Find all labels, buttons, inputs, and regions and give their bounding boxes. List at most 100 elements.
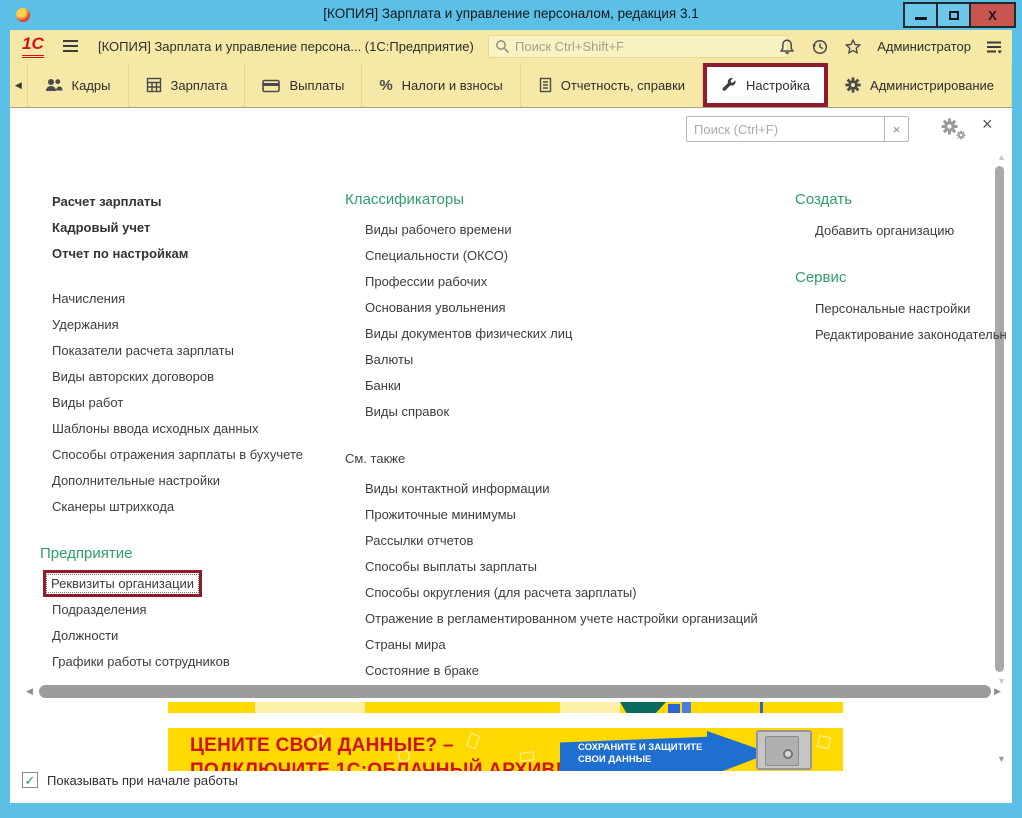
menu-item[interactable]: Состояние в браке (345, 658, 775, 684)
banner-arrow-text: СОХРАНИТЕ И ЗАЩИТИТЕ СВОИ ДАННЫЕ (578, 742, 702, 766)
hscroll-left-arrow[interactable]: ◀ (26, 686, 36, 697)
banner-headline: ЦЕНИТЕ СВОИ ДАННЫЕ? – ПОДКЛЮЧИТЕ 1С:ОБЛА… (190, 733, 562, 771)
column-middle: Классификаторы Виды рабочего времениСпец… (345, 187, 775, 684)
maximize-button[interactable] (936, 2, 971, 28)
section-header-classifiers: Классификаторы (345, 187, 775, 213)
1c-logo: 1С (22, 35, 44, 58)
menu-item[interactable]: Отражение в регламентированном учете нас… (345, 606, 775, 632)
hscroll-right-arrow[interactable]: ▶ (994, 686, 1004, 697)
menu-item[interactable]: Валюты (345, 347, 775, 373)
maximize-icon (949, 11, 959, 20)
safe-image (756, 730, 812, 770)
menu-item[interactable]: Специальности (ОКСО) (345, 243, 775, 269)
strip-shape (668, 704, 680, 713)
menu-item[interactable]: Виды авторских договоров (40, 364, 340, 390)
menu-item[interactable]: Начисления (40, 286, 340, 312)
hamburger-icon (62, 39, 79, 53)
menu-item[interactable]: Редактирование законодательн (795, 322, 1007, 348)
notifications-button[interactable] (778, 38, 796, 56)
window-title: [КОПИЯ] Зарплата и управление персоналом… (323, 6, 698, 21)
menu-item-highlighted[interactable]: Реквизиты организации (43, 570, 340, 597)
menu-item[interactable]: Шаблоны ввода исходных данных (40, 416, 340, 442)
history-button[interactable] (811, 38, 829, 56)
main-toolbar: 1С [КОПИЯ] Зарплата и управление персона… (10, 30, 1012, 63)
tabbar-scroll-left[interactable]: ◀ (10, 63, 27, 107)
people-icon (45, 77, 63, 93)
menu-item[interactable]: Графики работы сотрудников (40, 649, 340, 675)
tab-otchetnost[interactable]: Отчетность, справки (521, 63, 703, 107)
menu-item[interactable]: Рассылки отчетов (345, 528, 775, 554)
section-tabbar: ◀ Кадры Зарплата Выплаты % Налоги и взно… (10, 63, 1012, 107)
startpage-scroll-down-arrow[interactable]: ▼ (997, 754, 1006, 764)
menu-item-featured[interactable]: Кадровый учет (40, 215, 340, 241)
service-menu-button[interactable] (986, 40, 1002, 54)
banner-strip-fragment[interactable] (168, 702, 843, 713)
menu-item-clipped[interactable]: Производственные календари (40, 675, 340, 682)
menu-item[interactable]: Персональные настройки (795, 296, 1007, 322)
title-bar: [КОПИЯ] Зарплата и управление персоналом… (0, 0, 1022, 30)
menu-item[interactable]: Прожиточные минимумы (345, 502, 775, 528)
menu-item[interactable]: Банки (345, 373, 775, 399)
minimize-icon (915, 17, 927, 20)
menu-item-featured[interactable]: Отчет по настройкам (40, 241, 340, 267)
menu-item[interactable]: Дополнительные настройки (40, 468, 340, 494)
tab-vyplaty[interactable]: Выплаты (245, 63, 362, 107)
menu-item[interactable]: Способы выплаты зарплаты (345, 554, 775, 580)
history-clock-icon (811, 38, 829, 56)
tab-kadry[interactable]: Кадры (27, 63, 129, 107)
settings-panel: × × ▲ ▼ ▼ Расчет зарплатыКадровый учетОт… (10, 107, 1012, 803)
tab-zarplata[interactable]: Зарплата (129, 63, 246, 107)
menu-item[interactable]: Страны мира (345, 632, 775, 658)
main-menu-button[interactable] (62, 39, 79, 58)
favorites-button[interactable] (844, 38, 862, 56)
global-search-input[interactable] (515, 39, 781, 54)
calculator-icon (146, 77, 162, 93)
menu-item[interactable]: Способы отражения зарплаты в бухучете (40, 442, 340, 468)
panel-settings-button[interactable] (940, 117, 967, 145)
menu-item[interactable]: Сканеры штрихкода (40, 494, 340, 520)
vscroll-up-arrow[interactable]: ▲ (997, 152, 1006, 162)
show-on-start-checkbox-row[interactable]: ✓ Показывать при начале работы (22, 772, 238, 788)
panel-search-clear-button[interactable]: × (884, 116, 909, 142)
menu-item[interactable]: Виды справок (345, 399, 775, 425)
column-left: Расчет зарплатыКадровый учетОтчет по нас… (40, 189, 340, 682)
menu-item[interactable]: Основания увольнения (345, 295, 775, 321)
percent-icon: % (379, 77, 392, 94)
checkbox-label: Показывать при начале работы (47, 773, 238, 788)
menu-item[interactable]: Добавить организацию (795, 218, 1007, 244)
application-window: [КОПИЯ] Зарплата и управление персоналом… (0, 0, 1022, 818)
checkbox[interactable]: ✓ (22, 772, 38, 788)
card-icon (262, 78, 280, 93)
panel-close-button[interactable]: × (982, 115, 993, 133)
menu-item[interactable]: Виды работ (40, 390, 340, 416)
menu-item[interactable]: Виды рабочего времени (345, 217, 775, 243)
minimize-button[interactable] (903, 2, 938, 28)
strip-shape (255, 702, 365, 713)
current-user[interactable]: Администратор (877, 39, 971, 54)
tab-nalogi[interactable]: % Налоги и взносы (362, 63, 520, 107)
tab-nastroyka[interactable]: Настройка (703, 63, 828, 107)
close-button[interactable]: X (969, 2, 1016, 28)
report-icon (538, 77, 552, 93)
menu-item[interactable]: Виды контактной информации (345, 476, 775, 502)
hscroll-thumb[interactable] (39, 685, 991, 698)
ad-banner-cloud-archive[interactable]: ЦЕНИТЕ СВОИ ДАННЫЕ? – ПОДКЛЮЧИТЕ 1С:ОБЛА… (168, 728, 843, 771)
toolbar-app-title: [КОПИЯ] Зарплата и управление персона...… (98, 39, 474, 54)
menu-item[interactable]: Профессии рабочих (345, 269, 775, 295)
strip-shape (620, 702, 666, 713)
menu-item[interactable]: Подразделения (40, 597, 340, 623)
menu-item[interactable]: Виды документов физических лиц (345, 321, 775, 347)
menu-item[interactable]: Показатели расчета зарплаты (40, 338, 340, 364)
menu-item[interactable]: Удержания (40, 312, 340, 338)
bell-icon (778, 38, 796, 56)
global-search[interactable] (488, 35, 788, 58)
banner-arrow: СОХРАНИТЕ И ЗАЩИТИТЕ СВОИ ДАННЫЕ (560, 731, 770, 771)
tab-administrirovanie[interactable]: Администрирование (828, 63, 1012, 107)
panel-search-input[interactable] (686, 116, 884, 142)
menu-item[interactable]: Способы округления (для расчета зарплаты… (345, 580, 775, 606)
star-icon (844, 38, 862, 56)
menu-item-featured[interactable]: Расчет зарплаты (40, 189, 340, 215)
menu-item[interactable]: Должности (40, 623, 340, 649)
gear-icon (845, 77, 861, 93)
section-header-create: Создать (795, 187, 1007, 213)
